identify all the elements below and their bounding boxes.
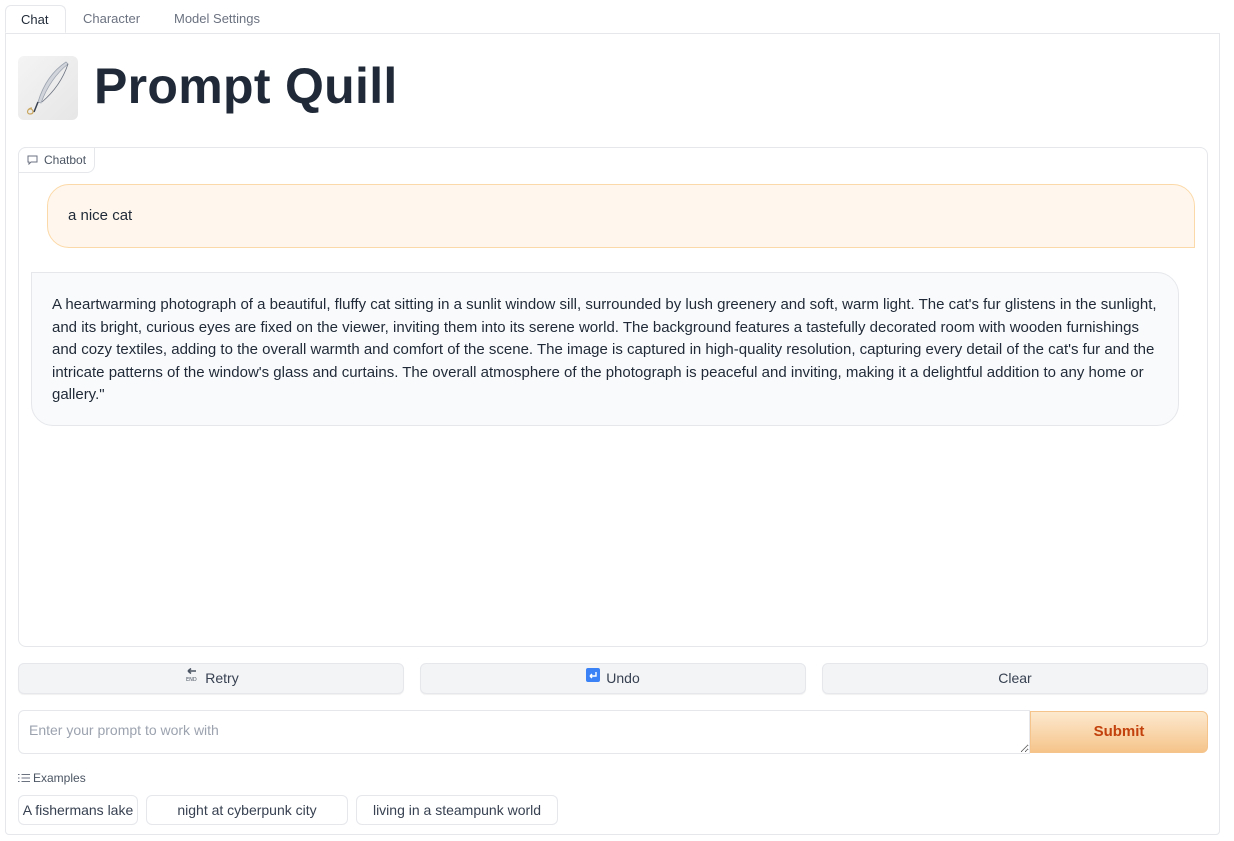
user-message: a nice cat [47,184,1195,248]
examples-label-text: Examples [33,771,86,785]
quill-logo [18,56,78,120]
chatbot-label: Chatbot [18,147,96,173]
retry-label: Retry [205,670,239,686]
example-cyberpunk-city[interactable]: night at cyberpunk city [146,795,348,825]
tab-bar: Chat Character Model Settings [5,5,1221,33]
list-icon [18,773,30,782]
clear-label: Clear [998,670,1032,686]
chat-bubble-icon [27,155,38,166]
svg-text:END: END [186,677,197,682]
page-title: Prompt Quill [94,58,398,114]
submit-button[interactable]: Submit [1030,711,1208,753]
retry-end-icon: END [183,663,199,692]
examples-label: Examples [18,770,86,786]
undo-button[interactable]: Undo [420,663,806,694]
retry-button[interactable]: END Retry [18,663,404,694]
prompt-input-wrapper [18,710,1030,754]
assistant-message: A heartwarming photograph of a beautiful… [31,272,1179,426]
example-steampunk-world[interactable]: living in a steampunk world [356,795,558,825]
chatbot-label-text: Chatbot [44,153,87,167]
undo-icon [586,663,601,692]
clear-button[interactable]: Clear [822,663,1208,694]
prompt-input[interactable] [19,711,1029,753]
tab-model-settings[interactable]: Model Settings [158,5,276,33]
tab-chat[interactable]: Chat [5,5,66,33]
tab-character[interactable]: Character [67,5,156,33]
example-fishermans-lake[interactable]: A fishermans lake [18,795,138,825]
undo-label: Undo [606,670,640,686]
